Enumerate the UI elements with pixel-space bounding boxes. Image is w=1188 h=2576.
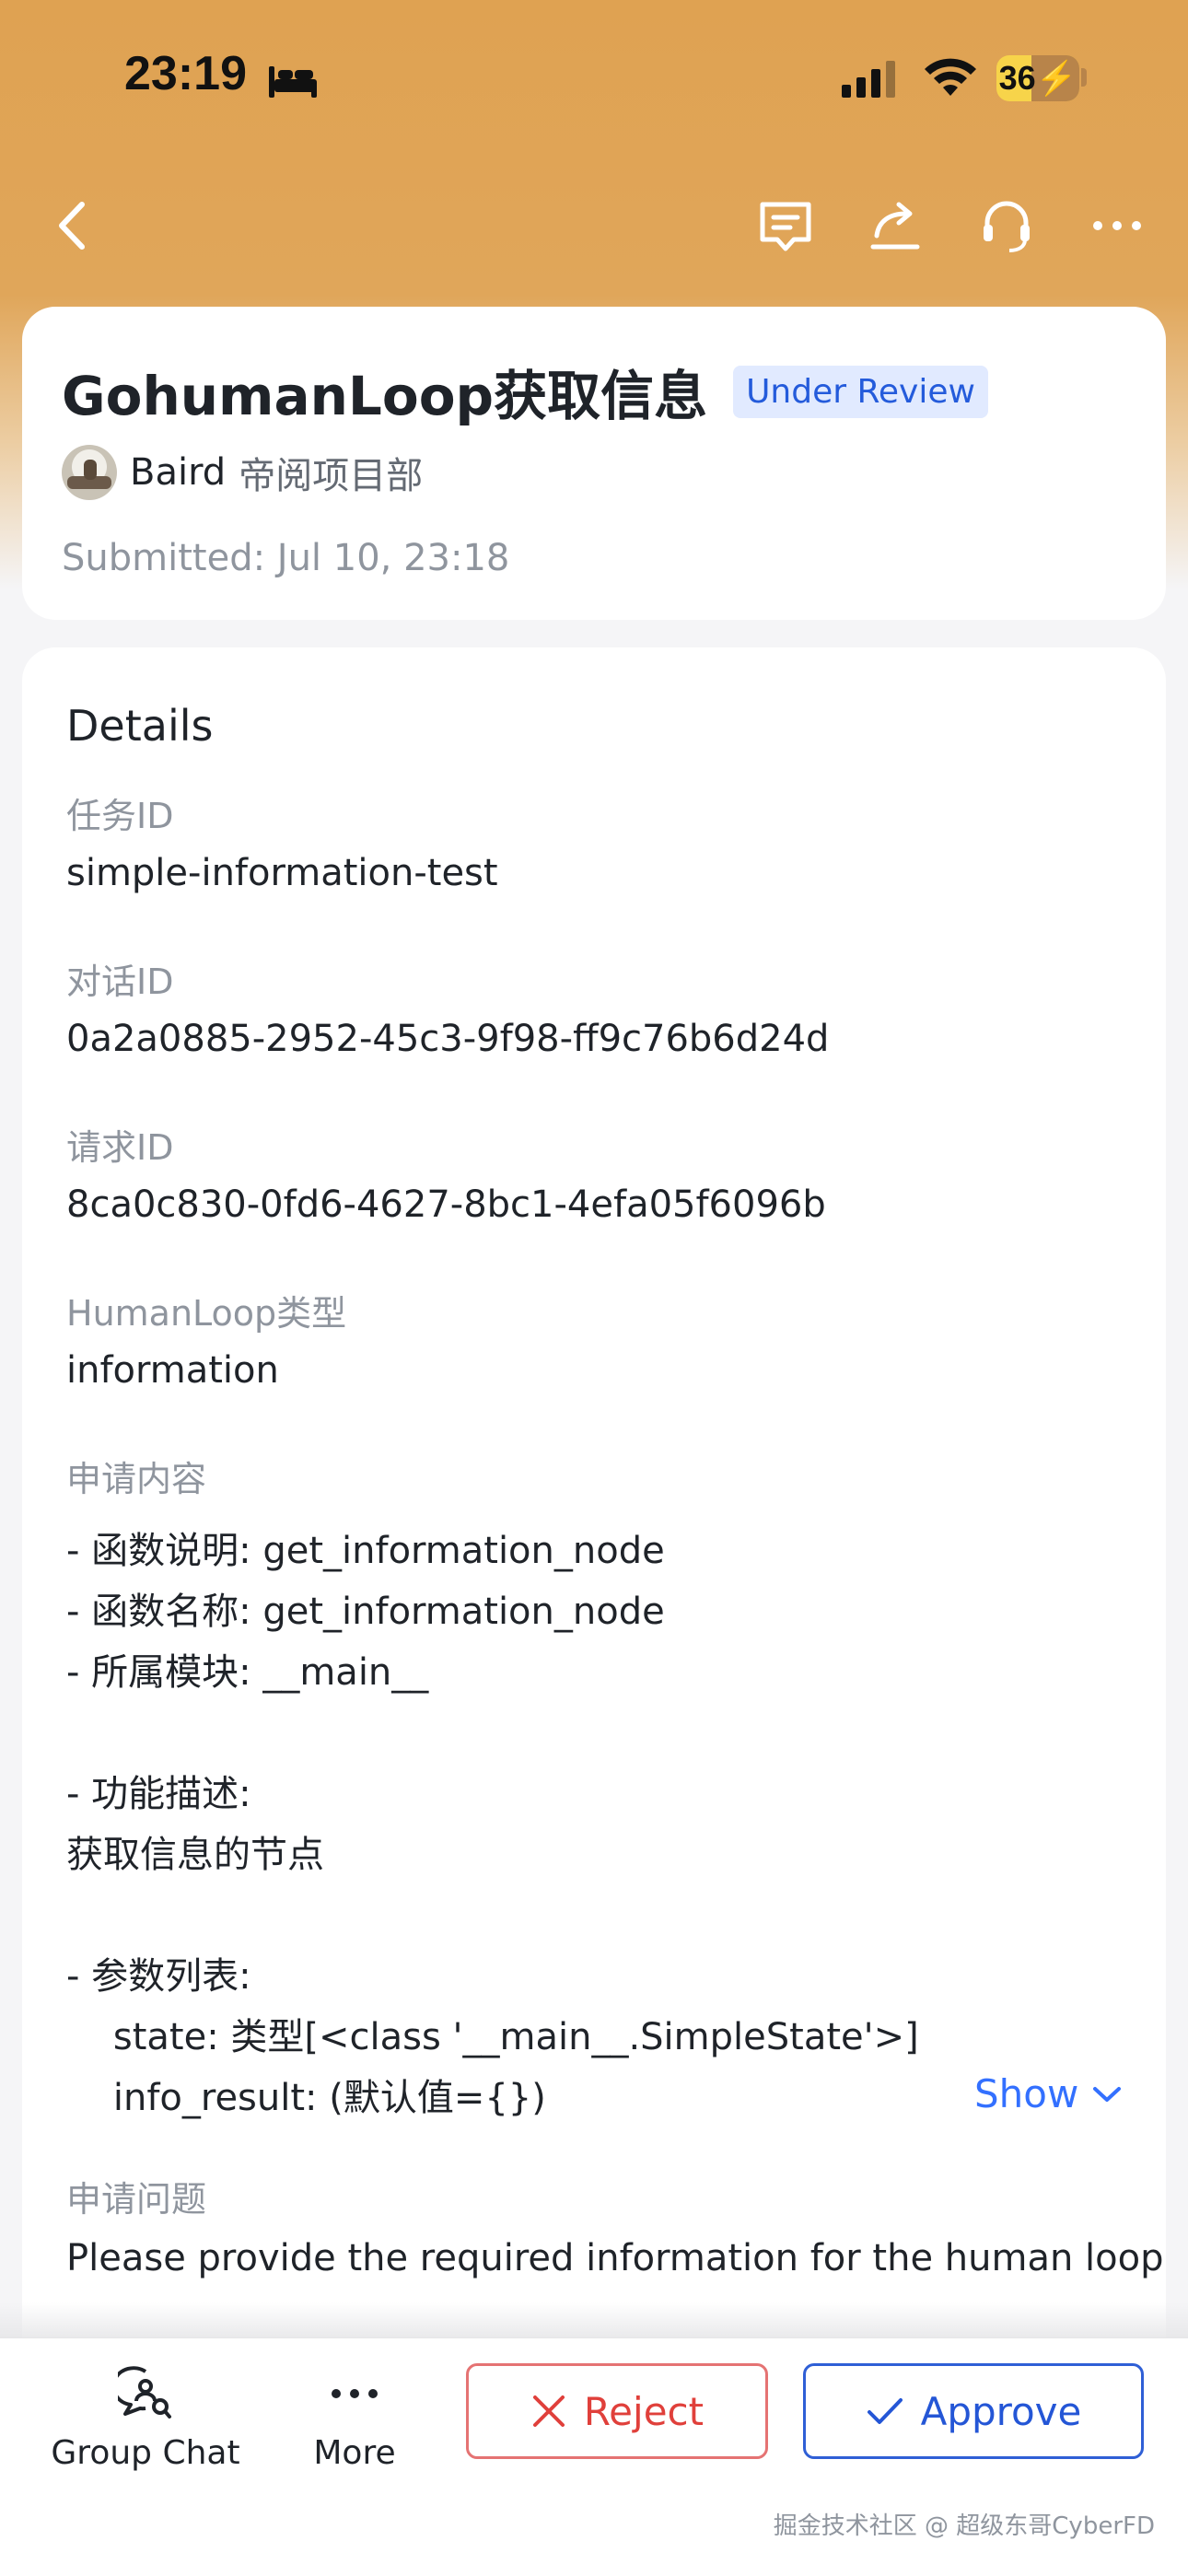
close-icon: [532, 2395, 565, 2427]
group-chat-icon: [111, 2366, 171, 2419]
request-header-card: GohumanLoop获取信息 Under Review Baird 帝阅项目部…: [22, 307, 1166, 620]
content-line: state: 类型[<class '__main__.SimpleState'>…: [66, 2016, 919, 2058]
content-line: - 参数列表:: [66, 1955, 251, 1998]
details-card: Details 任务ID simple-information-test 对话I…: [22, 647, 1166, 2379]
watermark: 掘金技术社区 @ 超级东哥CyberFD: [773, 2512, 1155, 2540]
bed-icon: [269, 66, 317, 98]
content-line: - 函数名称: get_information_node: [66, 1591, 665, 1633]
field-value-humanloop-type: information: [66, 1349, 279, 1392]
cellular-signal-icon: [842, 61, 895, 98]
chevron-down-icon: [1093, 2086, 1122, 2102]
field-value-request-question: Please provide the required information …: [66, 2237, 1164, 2279]
battery-charging-icon: 36⚡: [996, 55, 1079, 101]
field-value-conversation-id: 0a2a0885-2952-45c3-9f98-ff9c76b6d24d: [66, 1018, 830, 1060]
field-label-conversation-id: 对话ID: [66, 962, 174, 1002]
bottom-fade: [0, 2302, 1188, 2339]
battery-level: 36: [998, 59, 1036, 97]
status-time: 23:19: [124, 47, 247, 100]
submitted-time: Submitted: Jul 10, 23:18: [62, 537, 510, 579]
comment-icon[interactable]: [753, 193, 818, 258]
avatar[interactable]: [62, 445, 117, 500]
more-dots-icon[interactable]: [1085, 193, 1149, 258]
field-label-task-id: 任务ID: [66, 796, 174, 836]
more-label: More: [313, 2434, 396, 2472]
checkmark-icon: [867, 2398, 903, 2424]
field-value-task-id: simple-information-test: [66, 852, 498, 894]
title-row: GohumanLoop获取信息 Under Review: [62, 353, 988, 430]
content-line: - 功能描述:: [66, 1773, 251, 1815]
approve-button[interactable]: Approve: [803, 2363, 1144, 2459]
reject-button[interactable]: Reject: [466, 2363, 768, 2459]
approve-label: Approve: [920, 2388, 1082, 2434]
field-label-request-question: 申请问题: [66, 2179, 207, 2220]
submitter-row: Baird 帝阅项目部: [62, 445, 423, 500]
content-line: 获取信息的节点: [66, 1834, 324, 1876]
submitter-name[interactable]: Baird: [130, 451, 226, 494]
reject-label: Reject: [583, 2388, 705, 2434]
more-dots-icon: [332, 2389, 378, 2398]
content-line: - 函数说明: get_information_node: [66, 1530, 665, 1572]
wifi-icon: [925, 58, 976, 96]
status-badge: Under Review: [733, 365, 988, 418]
share-icon[interactable]: [864, 193, 928, 258]
content-line: - 所属模块: __main__: [66, 1651, 429, 1694]
field-value-request-id: 8ca0c830-0fd6-4627-8bc1-4efa05f6096b: [66, 1183, 826, 1226]
back-arrow-icon[interactable]: [41, 193, 106, 258]
more-button[interactable]: More: [285, 2366, 424, 2472]
field-label-humanloop-type: HumanLoop类型: [66, 1293, 347, 1334]
submitter-department: 帝阅项目部: [239, 455, 424, 497]
details-title: Details: [66, 701, 214, 751]
battery-tip: [1081, 68, 1087, 87]
support-headset-icon[interactable]: [974, 193, 1039, 258]
show-more-toggle[interactable]: Show: [974, 2071, 1123, 2116]
group-chat-button[interactable]: Group Chat: [37, 2366, 254, 2472]
status-bar: 23:19 36⚡: [0, 0, 1188, 166]
group-chat-label: Group Chat: [51, 2434, 240, 2472]
request-title: GohumanLoop获取信息: [62, 365, 708, 427]
show-label: Show: [974, 2071, 1079, 2116]
content-line: info_result: (默认值={}): [66, 2077, 546, 2119]
field-label-request-content: 申请内容: [66, 1459, 207, 1499]
field-label-request-id: 请求ID: [66, 1127, 174, 1168]
